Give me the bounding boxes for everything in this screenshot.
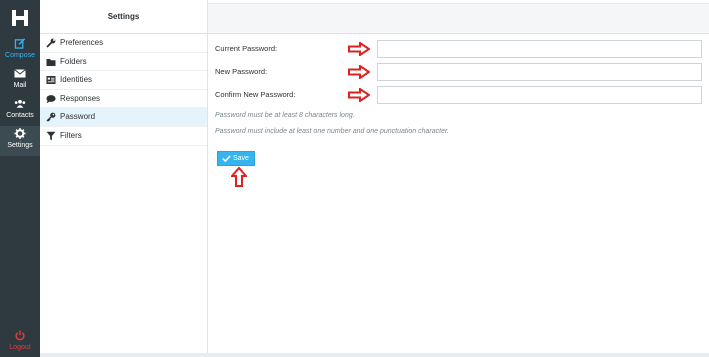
rail-logout-label: Logout	[9, 344, 31, 351]
menu-item-label: Preferences	[60, 38, 104, 47]
new-password-label: New Password:	[215, 67, 268, 76]
menu-item-label: Identities	[60, 75, 93, 85]
menu-item-label: Password	[60, 112, 96, 122]
filter-icon	[46, 131, 56, 141]
rail-contacts-label: Contacts	[6, 112, 34, 119]
annotation-arrow-right-icon	[348, 65, 370, 79]
menu-item-password[interactable]: Password	[40, 108, 207, 127]
power-icon	[15, 330, 25, 341]
id-card-icon	[46, 76, 56, 85]
menu-item-label: Filters	[60, 130, 82, 140]
hint-length: Password must be at least 8 characters l…	[215, 112, 355, 119]
confirm-password-field[interactable]	[377, 86, 702, 104]
panel-title: Settings	[40, 0, 207, 34]
save-button-label: Save	[233, 154, 249, 162]
settings-panel: Settings Preferences Folders Identities	[40, 0, 208, 357]
rail-contacts[interactable]: Contacts	[0, 98, 40, 126]
gear-icon	[14, 128, 26, 139]
menu-item-filters[interactable]: Filters	[40, 127, 207, 146]
current-password-field[interactable]	[377, 40, 702, 58]
rail-mail[interactable]: Mail	[0, 68, 40, 96]
save-button[interactable]: Save	[217, 151, 255, 166]
comment-icon	[46, 94, 56, 104]
annotation-arrow-right-icon	[348, 42, 370, 56]
menu-item-responses[interactable]: Responses	[40, 90, 207, 109]
rail-settings-label: Settings	[7, 142, 33, 149]
folder-icon	[46, 58, 56, 66]
content-toolbar	[208, 3, 709, 34]
menu-item-identities[interactable]: Identities	[40, 71, 207, 90]
compose-icon	[14, 38, 26, 49]
users-icon	[14, 99, 26, 108]
check-icon	[222, 155, 231, 162]
key-icon	[46, 112, 56, 122]
left-rail: Compose Mail Contacts Settings Logout	[0, 0, 40, 357]
current-password-label: Current Password:	[215, 44, 278, 53]
menu-item-preferences[interactable]: Preferences	[40, 34, 207, 53]
hint-characters: Password must include at least one numbe…	[215, 128, 449, 135]
envelope-icon	[14, 69, 26, 78]
annotation-arrow-up-icon	[231, 167, 247, 187]
menu-item-label: Folders	[60, 56, 87, 66]
confirm-password-label: Confirm New Password:	[215, 90, 296, 99]
rail-compose-label: Compose	[5, 52, 35, 59]
menu-item-folders[interactable]: Folders	[40, 53, 207, 72]
rail-compose[interactable]: Compose	[0, 38, 40, 66]
rail-mail-label: Mail	[13, 82, 27, 89]
hm-logo-icon[interactable]	[11, 9, 29, 27]
password-form: Current Password: New Password: Confirm …	[208, 34, 709, 357]
wrench-icon	[46, 38, 56, 48]
menu-item-label: Responses	[60, 93, 101, 103]
annotation-arrow-right-icon	[348, 88, 370, 102]
app-window: Compose Mail Contacts Settings Logout Se…	[0, 0, 709, 357]
horizontal-scrollbar[interactable]	[40, 353, 709, 357]
rail-logout[interactable]: Logout	[0, 330, 40, 357]
rail-settings[interactable]: Settings	[0, 126, 40, 156]
new-password-field[interactable]	[377, 63, 702, 81]
